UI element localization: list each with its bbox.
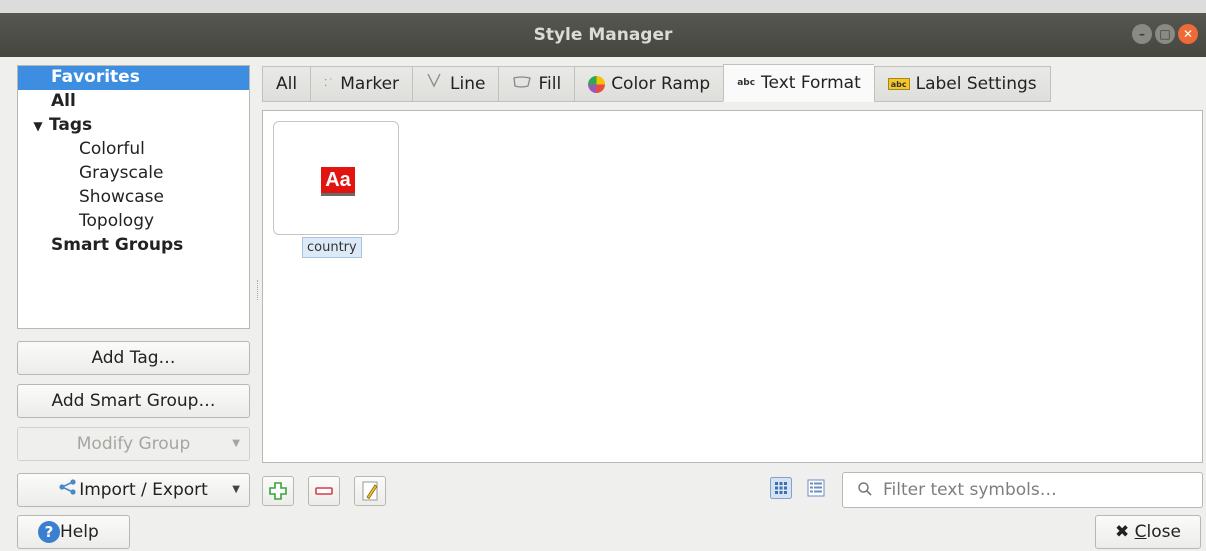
tree-item-all[interactable]: All	[18, 90, 249, 114]
symbol-type-tabs: All ⁚˙ Marker Line Fill Color Ramp abc T…	[262, 64, 1051, 102]
expand-arrow-icon[interactable]: ▼	[27, 115, 49, 137]
window-title: Style Manager	[533, 25, 673, 45]
close-mnemonic: C	[1134, 522, 1147, 542]
tab-fill[interactable]: Fill	[498, 66, 575, 102]
tab-label-settings-label: Label Settings	[915, 74, 1037, 94]
edit-icon	[362, 481, 378, 501]
tab-color-ramp-label: Color Ramp	[611, 74, 711, 94]
dropdown-arrow-icon: ▼	[232, 438, 240, 449]
add-icon	[269, 482, 287, 500]
tab-line-label: Line	[450, 74, 486, 94]
tab-all[interactable]: All	[262, 66, 311, 102]
tree-item-tags[interactable]: ▼ Tags	[18, 114, 249, 138]
add-tag-button[interactable]: Add Tag…	[17, 341, 250, 375]
tab-text-format-label: Text Format	[761, 73, 861, 93]
tree-item-topology[interactable]: Topology	[18, 210, 249, 234]
close-button[interactable]: ✖ Close	[1095, 515, 1201, 549]
symbol-preview[interactable]: Aa	[273, 121, 399, 235]
share-icon	[59, 474, 77, 506]
help-button[interactable]: ? Help	[17, 515, 130, 549]
close-label: Close	[1135, 522, 1181, 542]
text-format-icon: abc	[737, 78, 756, 88]
symbol-list[interactable]	[262, 110, 1203, 463]
help-label: Help	[60, 522, 99, 542]
symbol-name-label[interactable]: country	[302, 237, 362, 258]
filter-input[interactable]	[883, 479, 1193, 501]
tab-color-ramp[interactable]: Color Ramp	[574, 66, 724, 102]
tree-item-smart-groups[interactable]: Smart Groups	[18, 234, 249, 258]
tree-item-favorites[interactable]: Favorites	[18, 66, 249, 90]
splitter-handle[interactable]	[257, 280, 260, 300]
tab-all-label: All	[276, 74, 298, 94]
tab-line[interactable]: Line	[412, 66, 499, 102]
edit-symbol-button[interactable]	[354, 476, 386, 506]
tab-marker[interactable]: ⁚˙ Marker	[310, 66, 413, 102]
fill-icon	[512, 67, 532, 101]
title-bar: Style Manager – □ ✕	[0, 0, 1206, 57]
line-icon	[426, 67, 444, 101]
window-controls: – □ ✕	[1132, 24, 1198, 44]
import-export-label: Import / Export	[79, 480, 208, 500]
list-view-icon	[807, 479, 825, 497]
dropdown-arrow-icon: ▼	[232, 484, 240, 495]
close-window-button[interactable]: ✕	[1178, 24, 1198, 44]
remove-symbol-button[interactable]	[308, 476, 340, 506]
group-tree[interactable]: Favorites All ▼ Tags Colorful Grayscale S…	[17, 65, 250, 329]
maximize-button[interactable]: □	[1155, 24, 1175, 44]
add-symbol-button[interactable]	[262, 476, 294, 506]
tree-item-grayscale[interactable]: Grayscale	[18, 162, 249, 186]
filter-search-box[interactable]	[842, 472, 1203, 508]
tree-item-tags-label: Tags	[49, 115, 93, 135]
close-label-rest: lose	[1146, 522, 1181, 542]
top-strip	[0, 0, 1206, 13]
tab-marker-label: Marker	[340, 74, 400, 94]
minimize-button[interactable]: –	[1132, 24, 1152, 44]
remove-icon	[315, 487, 333, 495]
icon-view-button[interactable]	[770, 477, 792, 499]
tree-item-showcase[interactable]: Showcase	[18, 186, 249, 210]
close-icon: ✖	[1115, 522, 1130, 542]
tab-fill-label: Fill	[538, 74, 562, 94]
list-view-button[interactable]	[805, 477, 827, 499]
modify-group-label: Modify Group	[76, 434, 191, 454]
search-icon	[857, 481, 873, 501]
text-format-preview-icon: Aa	[321, 167, 355, 193]
add-smart-group-button[interactable]: Add Smart Group…	[17, 384, 250, 418]
grid-view-icon	[770, 477, 792, 499]
tab-text-format[interactable]: abc Text Format	[723, 64, 874, 102]
tab-label-settings[interactable]: abc Label Settings	[873, 66, 1051, 102]
label-settings-icon: abc	[887, 78, 910, 90]
help-icon: ?	[38, 521, 60, 543]
import-export-button[interactable]: Import / Export ▼	[17, 473, 250, 507]
marker-icon: ⁚˙	[324, 78, 335, 89]
color-ramp-icon	[588, 75, 606, 93]
tree-item-colorful[interactable]: Colorful	[18, 138, 249, 162]
modify-group-button[interactable]: Modify Group ▼	[17, 427, 250, 461]
